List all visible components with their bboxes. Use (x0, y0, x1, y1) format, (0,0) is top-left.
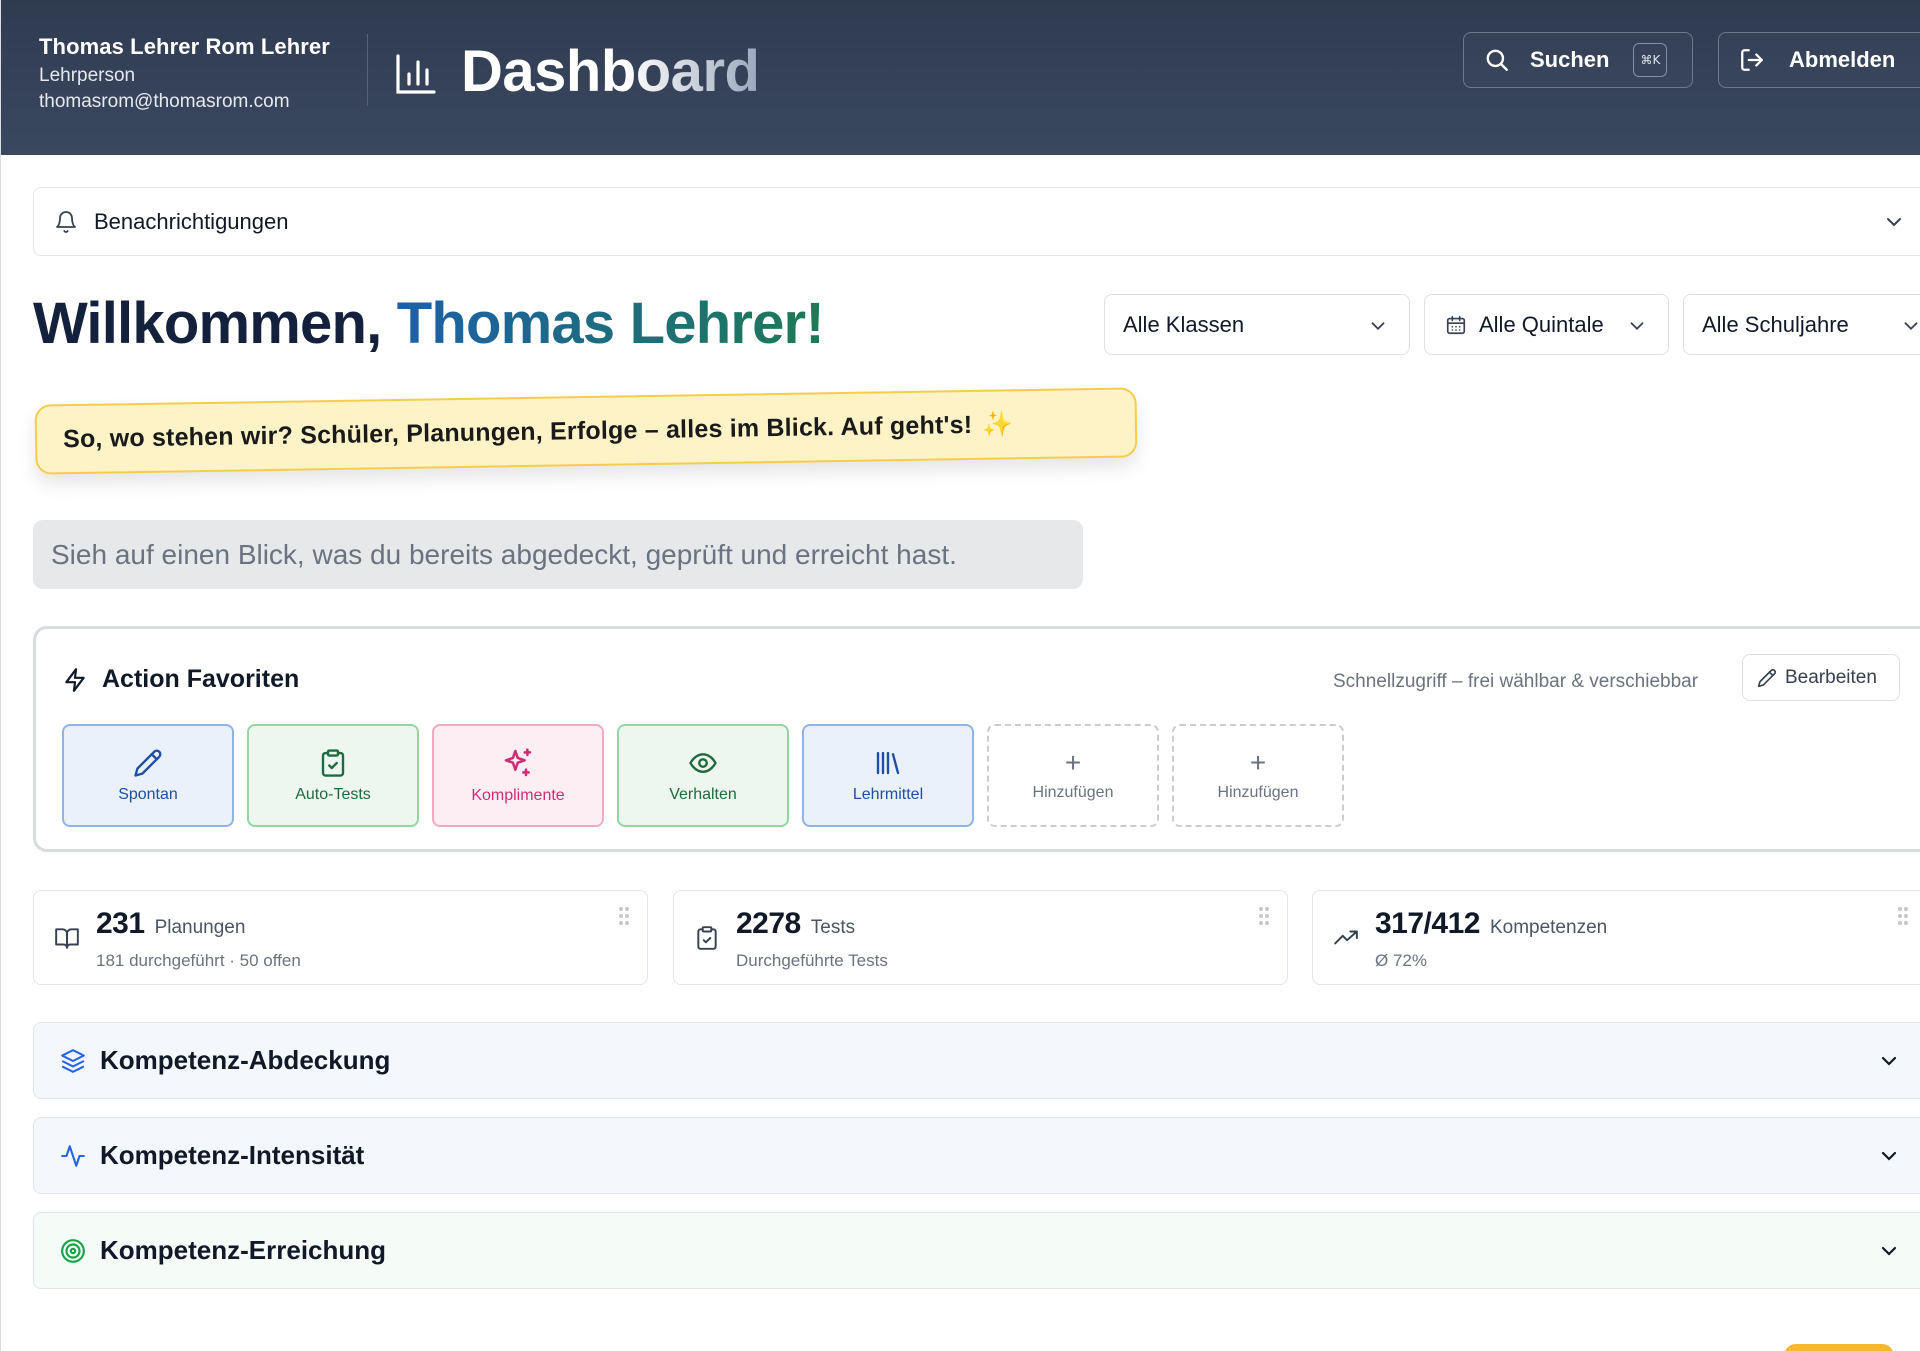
search-icon (1486, 49, 1508, 71)
layers-icon (61, 1048, 85, 1073)
favorites-hint: Schnellzugriff – frei wählbar & verschie… (1333, 671, 1699, 692)
drag-handle-icon[interactable] (617, 905, 631, 927)
notifications-label: Benachrichtigungen (94, 208, 289, 234)
user-name: Thomas Lehrer Rom Lehrer (39, 34, 330, 59)
chevron-down-icon (1881, 1246, 1897, 1256)
favorite-add-slot[interactable]: + Hinzufügen (987, 724, 1159, 827)
pencil-icon (134, 749, 162, 777)
stat-sub: 181 durchgeführt · 50 offen (96, 951, 301, 970)
chevron-down-icon (1630, 322, 1644, 331)
action-favorites-card: Action Favoriten Schnellzugriff – frei w… (33, 626, 1920, 852)
section-kompetenz-erreichung[interactable]: Kompetenz-Erreichung (33, 1212, 1920, 1289)
search-shortcut: ⌘K (1633, 43, 1668, 77)
stat-value: 231 (96, 907, 145, 940)
stat-unit: Tests (810, 917, 856, 938)
favorite-add-slot[interactable]: + Hinzufügen (1172, 724, 1344, 827)
logout-button[interactable]: Abmelden (1718, 32, 1920, 88)
search-button[interactable]: Suchen ⌘K (1463, 32, 1693, 88)
stat-unit: Planungen (154, 917, 246, 938)
page-title: Dashboard (461, 39, 760, 104)
section-kompetenz-abdeckung[interactable]: Kompetenz-Abdeckung (33, 1022, 1920, 1099)
chevron-down-icon (1887, 218, 1901, 227)
calendar-icon (1446, 315, 1466, 334)
logout-icon (1741, 49, 1763, 71)
bar-chart-icon (396, 54, 436, 94)
drag-handle-icon[interactable] (1257, 905, 1271, 927)
header-divider (367, 34, 368, 106)
clipboard-check-icon (321, 748, 345, 777)
stat-value: 317/412 (1375, 907, 1480, 940)
user-email: thomasrom@thomasrom.com (39, 91, 290, 112)
section-kompetenz-intensitaet[interactable]: Kompetenz-Intensität (33, 1117, 1920, 1194)
stat-sub: Ø 72% (1375, 951, 1427, 970)
stat-card-tests[interactable]: 2278 Tests Durchgeführte Tests (673, 890, 1288, 985)
stat-sub: Durchgeführte Tests (736, 951, 888, 970)
favorite-verhalten[interactable]: Verhalten (617, 724, 789, 827)
dashboard-page: Thomas Lehrer Rom Lehrer Lehrperson thom… (0, 0, 1920, 1351)
chevron-down-icon (1881, 1056, 1897, 1066)
stat-card-planungen[interactable]: 231 Planungen 181 durchgeführt · 50 offen (33, 890, 648, 985)
floating-action-button[interactable] (1784, 1344, 1894, 1351)
library-icon (876, 751, 900, 774)
top-header: Thomas Lehrer Rom Lehrer Lehrperson thom… (1, 0, 1920, 155)
logout-label: Abmelden (1789, 47, 1896, 72)
favorite-lehrmittel[interactable]: Lehrmittel (802, 724, 974, 827)
sparkles-icon (504, 747, 532, 776)
target-icon (61, 1238, 85, 1263)
chevron-down-icon (1371, 322, 1385, 331)
lightning-icon (65, 667, 85, 692)
welcome-subtitle: Sieh auf einen Blick, was du bereits abg… (33, 520, 1083, 589)
motivation-note: So, wo stehen wir? Schüler, Planungen, E… (34, 387, 1138, 475)
favorite-auto-tests[interactable]: Auto-Tests (247, 724, 419, 827)
favorites-title: Action Favoriten (62, 665, 299, 694)
plus-icon: + (1249, 746, 1267, 778)
stat-card-kompetenzen[interactable]: 317/412 Kompetenzen Ø 72% (1312, 890, 1920, 985)
welcome-name: Thomas Lehrer! (396, 291, 825, 356)
book-open-icon (55, 928, 79, 949)
favorite-spontan[interactable]: Spontan (62, 724, 234, 827)
plus-icon: + (1064, 746, 1082, 778)
motivation-note-text: So, wo stehen wir? Schüler, Planungen, E… (62, 410, 973, 453)
edit-favorites-button[interactable]: Bearbeiten (1742, 654, 1900, 701)
pencil-icon (1757, 668, 1776, 687)
favorite-komplimente[interactable]: Komplimente (432, 724, 604, 827)
school-year-filter[interactable]: Alle Schuljahre (1683, 294, 1920, 355)
search-label: Suchen (1530, 47, 1610, 72)
school-year-filter-value: Alle Schuljahre (1702, 311, 1849, 337)
trending-up-icon (1334, 930, 1358, 945)
stat-unit: Kompetenzen (1489, 917, 1608, 938)
user-role: Lehrperson (39, 65, 136, 86)
stat-value: 2278 (736, 907, 801, 940)
clipboard-icon (697, 926, 717, 950)
quintal-filter[interactable]: Alle Quintale (1424, 294, 1669, 355)
quintal-filter-value: Alle Quintale (1479, 311, 1604, 337)
eye-icon (689, 752, 717, 773)
user-info: Thomas Lehrer Rom Lehrer Lehrperson thom… (39, 34, 330, 113)
activity-icon (61, 1144, 85, 1167)
notifications-panel[interactable]: Benachrichtigungen (33, 187, 1920, 256)
bell-icon (56, 210, 76, 233)
drag-handle-icon[interactable] (1896, 905, 1910, 927)
sparkles-emoji: ✨ (982, 409, 1014, 439)
chevron-down-icon (1904, 322, 1918, 331)
welcome-prefix: Willkommen, (33, 291, 397, 356)
chevron-down-icon (1881, 1151, 1897, 1161)
welcome-heading: Willkommen, Thomas Lehrer! (33, 290, 825, 357)
class-filter-value: Alle Klassen (1123, 311, 1245, 337)
class-filter[interactable]: Alle Klassen (1104, 294, 1410, 355)
